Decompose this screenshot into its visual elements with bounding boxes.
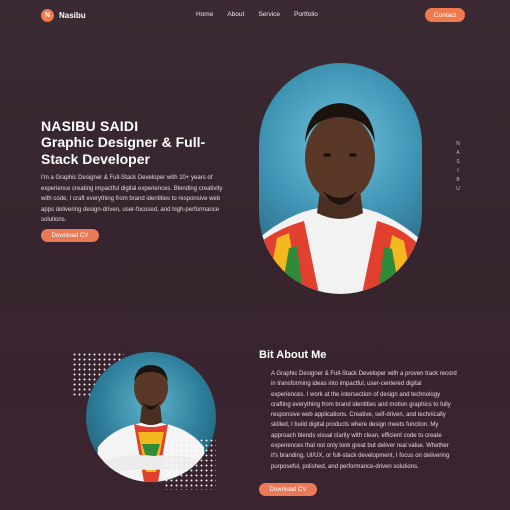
nav-item-about[interactable]: About (227, 11, 244, 18)
contact-button[interactable]: Contact (425, 8, 465, 22)
about-title: Bit About Me (259, 349, 327, 361)
hero-portrait-illustration (259, 103, 422, 294)
download-cv-button[interactable]: Download CV (41, 229, 99, 242)
brand-logo[interactable]: N Nasibu (41, 9, 86, 22)
nav-item-service[interactable]: Service (258, 11, 280, 18)
vertical-name-text: NASIBU (455, 141, 461, 195)
logo-badge: N (41, 9, 54, 22)
hero-portrait (259, 63, 422, 294)
about-text: A Graphic Designer & Full-Stack Develope… (271, 371, 457, 470)
nav-item-portfolio[interactable]: Portfolio (294, 11, 318, 18)
hero-description: I'm a Graphic Designer & Full-Stack Deve… (41, 175, 223, 223)
hero-role: Graphic Designer & Full-Stack Developer (41, 134, 206, 167)
nav-item-home[interactable]: Home (196, 11, 213, 18)
hero-name: NASIBU SAIDI (41, 118, 139, 134)
download-cv-button[interactable]: Download CV (259, 483, 317, 496)
main-nav: Home About Service Portfolio (196, 11, 318, 18)
dot-pattern-decoration (164, 438, 216, 490)
brand-name: Nasibu (59, 11, 86, 20)
